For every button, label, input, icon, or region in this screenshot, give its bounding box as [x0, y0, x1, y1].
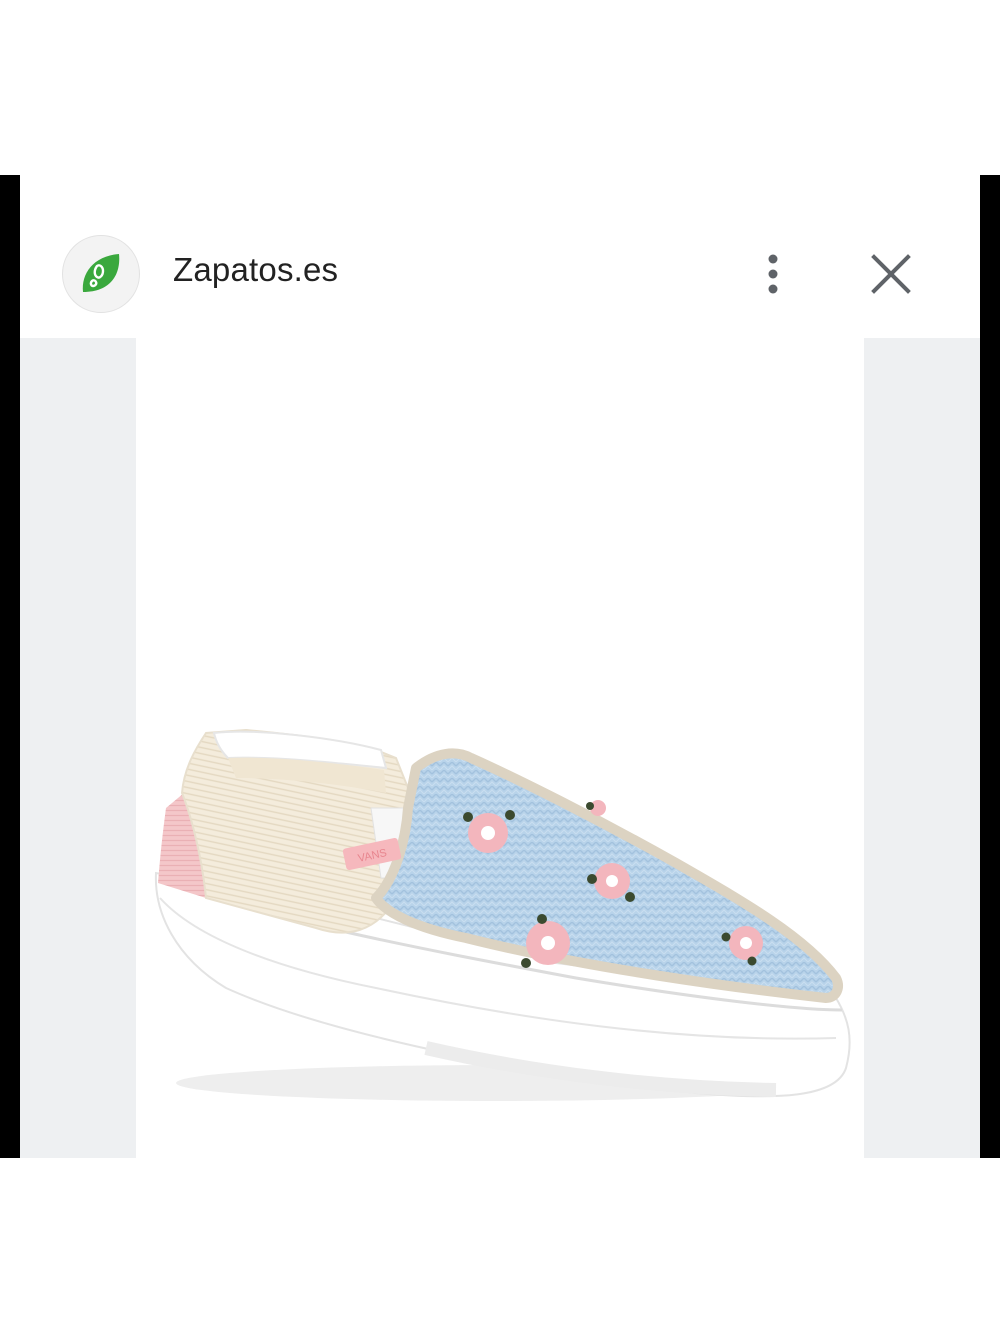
- right-gray-panel: [864, 338, 980, 1158]
- footprint-leaf-icon: [82, 254, 120, 292]
- more-options-button[interactable]: [756, 251, 790, 297]
- slip-on-sneaker-image: VANS: [154, 728, 851, 1101]
- product-image[interactable]: VANS: [136, 338, 864, 1158]
- site-name: Zapatos.es: [173, 251, 339, 288]
- left-gray-panel: [20, 338, 136, 1158]
- close-button[interactable]: [868, 251, 914, 297]
- site-logo: [62, 235, 140, 313]
- close-icon: [871, 254, 911, 294]
- left-black-bar: [0, 175, 20, 1158]
- preview-header: Zapatos.es: [20, 175, 980, 338]
- more-vert-icon: [768, 254, 778, 294]
- image-preview-sheet: Zapatos.es VANS: [20, 175, 980, 1158]
- right-black-bar: [980, 175, 1000, 1158]
